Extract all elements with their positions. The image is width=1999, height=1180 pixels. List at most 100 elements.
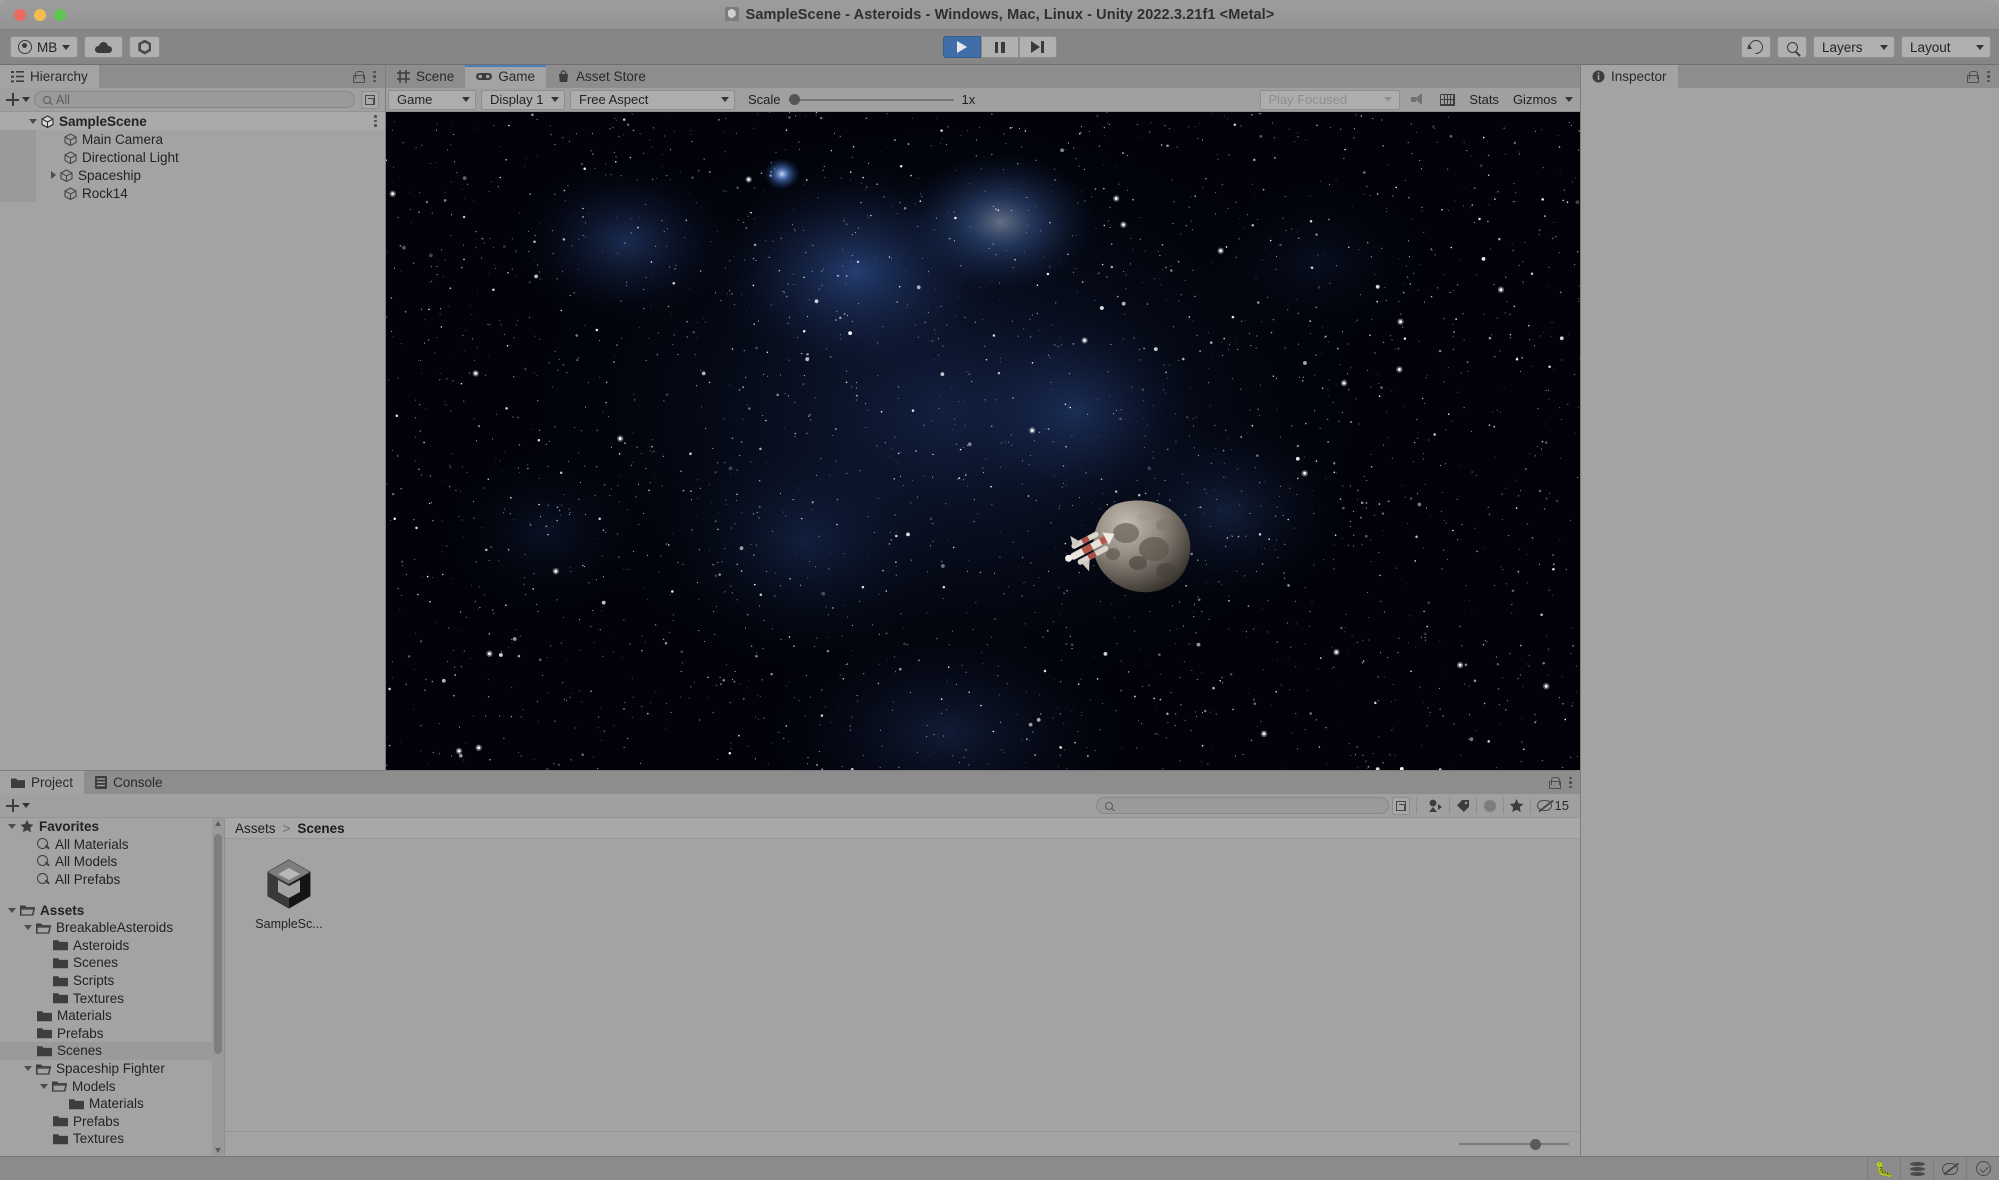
hidden-packages-indicator[interactable]: 15 xyxy=(1531,798,1575,813)
tab-project[interactable]: Project xyxy=(0,771,84,794)
collapse-arrow-icon[interactable] xyxy=(8,824,16,829)
kebab-menu-icon[interactable] xyxy=(1569,777,1572,789)
hierarchy-search-input[interactable]: All xyxy=(34,91,355,108)
packages-filter-button[interactable] xyxy=(1477,795,1503,817)
expand-arrow-icon[interactable] xyxy=(51,171,56,179)
lock-icon[interactable] xyxy=(353,71,363,83)
scroll-up-arrow-icon[interactable] xyxy=(215,821,221,826)
unity-editor-window: SampleScene - Asteroids - Windows, Mac, … xyxy=(0,0,1999,1180)
lock-icon[interactable] xyxy=(1549,777,1559,789)
aspect-ratio-dropdown[interactable]: Free Aspect xyxy=(570,90,735,110)
layout-dropdown[interactable]: Layout xyxy=(1901,36,1991,58)
filter-by-label-button[interactable] xyxy=(1450,795,1476,817)
kebab-menu-icon[interactable] xyxy=(373,71,376,83)
play-button[interactable] xyxy=(943,36,981,58)
project-tree-scrollbar[interactable] xyxy=(212,818,224,1156)
project-tree-row[interactable]: Prefabs xyxy=(0,1113,224,1131)
project-tree-label: Asteroids xyxy=(73,938,129,953)
project-tree-row[interactable]: Spaceship Fighter xyxy=(0,1060,224,1078)
tab-game[interactable]: Game xyxy=(465,65,546,88)
scroll-down-arrow-icon[interactable] xyxy=(215,1148,221,1153)
tab-hierarchy[interactable]: Hierarchy xyxy=(0,65,99,88)
project-search-mode-button[interactable] xyxy=(1392,797,1410,815)
scale-label: Scale xyxy=(748,92,781,107)
project-tree-row[interactable]: Assets xyxy=(0,901,224,919)
collapse-arrow-icon[interactable] xyxy=(40,1084,48,1089)
gizmos-button[interactable]: Gizmos xyxy=(1506,90,1580,110)
hierarchy-gameview-splitter[interactable] xyxy=(385,65,386,770)
lock-icon[interactable] xyxy=(1967,71,1977,83)
project-tree-row[interactable]: Materials xyxy=(0,1095,224,1113)
project-create-button[interactable] xyxy=(6,799,30,812)
project-tree-row[interactable]: All Models xyxy=(0,853,224,871)
filter-by-type-button[interactable] xyxy=(1423,795,1449,817)
project-search-input[interactable] xyxy=(1096,797,1389,814)
game-render-canvas[interactable] xyxy=(386,112,1580,770)
gameobject-icon xyxy=(64,151,77,164)
playmode-behavior-dropdown[interactable]: Play Focused xyxy=(1260,90,1400,110)
tab-inspector[interactable]: Inspector xyxy=(1581,65,1678,88)
pause-button[interactable] xyxy=(981,36,1019,58)
account-button[interactable]: MB xyxy=(10,36,78,58)
favorites-filter-button[interactable] xyxy=(1504,795,1530,817)
asset-item[interactable]: SampleSc... xyxy=(247,855,331,931)
collapse-arrow-icon[interactable] xyxy=(24,1066,32,1071)
breadcrumb-item-scenes[interactable]: Scenes xyxy=(297,821,344,836)
collapse-arrow-icon[interactable] xyxy=(29,119,37,124)
scale-slider-knob[interactable] xyxy=(789,94,800,105)
tab-console[interactable]: Console xyxy=(84,771,174,794)
project-tree-row[interactable]: Scripts xyxy=(0,972,224,990)
asset-zoom-slider-knob[interactable] xyxy=(1530,1139,1541,1150)
scale-slider[interactable] xyxy=(789,93,954,107)
display-dropdown[interactable]: Display 1 xyxy=(481,90,565,110)
stats-button[interactable]: Stats xyxy=(1462,90,1506,110)
mute-audio-button[interactable] xyxy=(1404,90,1433,110)
project-tree-label: BreakableAsteroids xyxy=(56,920,173,935)
gameview-inspector-splitter[interactable] xyxy=(1580,65,1581,770)
services-button[interactable] xyxy=(129,36,160,58)
stats-grid-button[interactable] xyxy=(1433,90,1462,110)
asset-zoom-slider[interactable] xyxy=(1459,1137,1569,1151)
step-button[interactable] xyxy=(1019,36,1057,58)
tab-asset-store[interactable]: Asset Store xyxy=(546,65,657,88)
create-object-button[interactable] xyxy=(6,93,30,106)
project-tree-label: Favorites xyxy=(39,819,99,834)
hierarchy-item-row[interactable]: Directional Light xyxy=(0,148,385,166)
project-tree-row[interactable]: Favorites xyxy=(0,818,224,836)
layers-dropdown[interactable]: Layers xyxy=(1813,36,1895,58)
hierarchy-item-row[interactable]: Spaceship xyxy=(0,166,385,184)
cache-server-button[interactable] xyxy=(1900,1157,1933,1180)
visibility-toggle-button[interactable] xyxy=(1933,1157,1966,1180)
horizontal-splitter[interactable] xyxy=(0,770,1581,771)
project-inspector-splitter[interactable] xyxy=(1580,770,1581,1156)
project-tree-row[interactable]: Prefabs xyxy=(0,1025,224,1043)
scene-kebab-menu-icon[interactable] xyxy=(374,115,377,127)
scrollbar-thumb[interactable] xyxy=(214,834,222,1054)
project-tree-row[interactable]: Asteroids xyxy=(0,937,224,955)
tab-scene[interactable]: Scene xyxy=(386,65,465,88)
hierarchy-item-row[interactable]: Main Camera xyxy=(0,130,385,148)
target-display-dropdown[interactable]: Game xyxy=(388,90,476,110)
hierarchy-item-row[interactable]: Rock14 xyxy=(0,184,385,202)
project-tree-row[interactable]: Scenes xyxy=(0,1042,224,1060)
project-tree-row[interactable]: All Materials xyxy=(0,836,224,854)
collapse-arrow-icon[interactable] xyxy=(24,925,32,930)
global-search-button[interactable] xyxy=(1777,36,1807,58)
bug-report-button[interactable]: 🐛 xyxy=(1867,1157,1900,1180)
status-ok-button[interactable] xyxy=(1966,1157,1999,1180)
hierarchy-search-mode-button[interactable] xyxy=(361,91,379,109)
collapse-arrow-icon[interactable] xyxy=(8,908,16,913)
project-tree-row[interactable]: BreakableAsteroids xyxy=(0,919,224,937)
kebab-menu-icon[interactable] xyxy=(1987,71,1990,83)
project-tree-row[interactable]: Textures xyxy=(0,1130,224,1148)
tab-game-label: Game xyxy=(498,69,535,84)
project-tree-row[interactable]: Scenes xyxy=(0,954,224,972)
project-tree-row[interactable]: All Prefabs xyxy=(0,871,224,889)
breadcrumb-item-assets[interactable]: Assets xyxy=(235,821,276,836)
project-tree-row[interactable]: Models xyxy=(0,1077,224,1095)
undo-history-button[interactable] xyxy=(1741,36,1771,58)
hierarchy-scene-row[interactable]: SampleScene xyxy=(0,112,385,130)
project-tree-row[interactable]: Textures xyxy=(0,989,224,1007)
project-tree-row[interactable]: Materials xyxy=(0,1007,224,1025)
cloud-button[interactable] xyxy=(84,36,123,58)
